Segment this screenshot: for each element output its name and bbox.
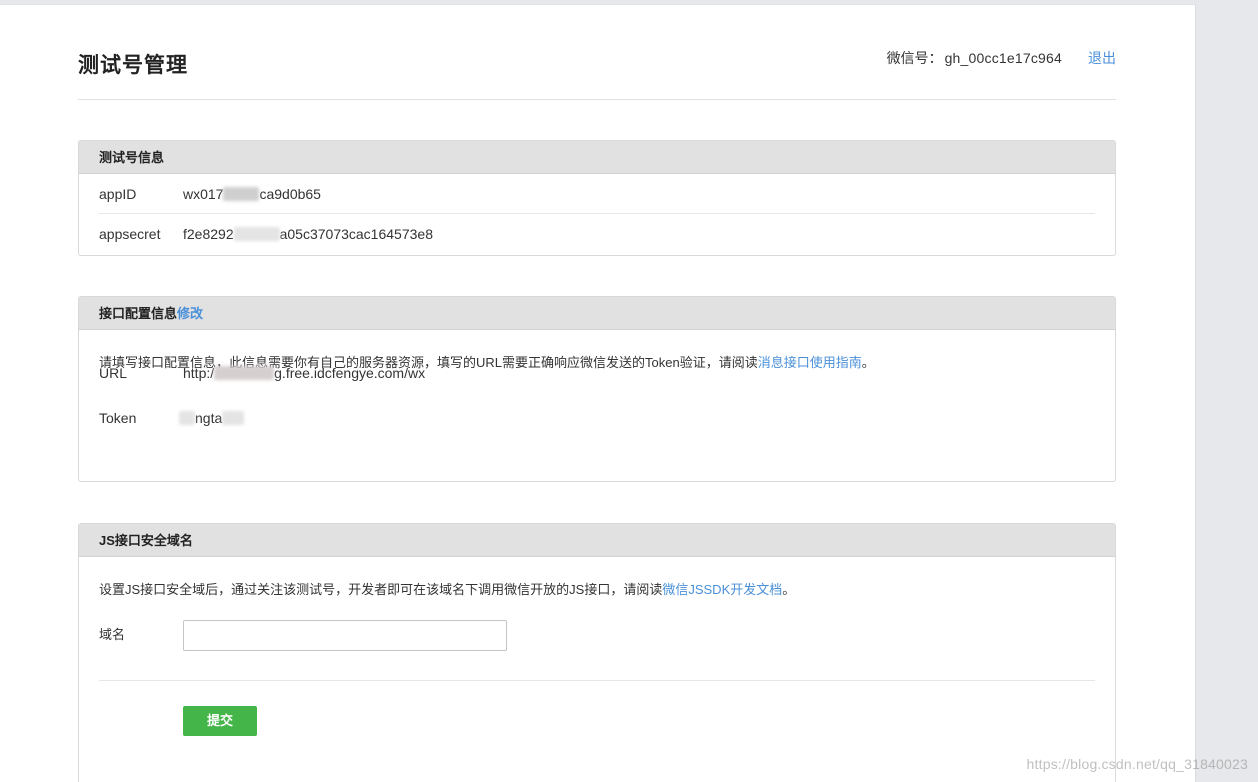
interface-config-header: 接口配置信息修改 [79, 297, 1115, 330]
appid-value: wx017 ca9d0b65 [183, 186, 321, 202]
redacted-block [233, 227, 280, 241]
form-divider [99, 680, 1095, 681]
redacted-block [223, 187, 260, 201]
js-domain-desc: 设置JS接口安全域后，通过关注该测试号，开发者即可在该域名下调用微信开放的JS接… [99, 582, 796, 597]
appsecret-row: appsecret f2e8292 a05c37073cac164573e8 [99, 214, 1095, 254]
js-domain-panel: JS接口安全域名 设置JS接口安全域后，通过关注该测试号，开发者即可在该域名下调… [78, 523, 1116, 782]
logout-link[interactable]: 退出 [1088, 48, 1116, 68]
redacted-block [179, 411, 195, 425]
appsecret-label: appsecret [99, 226, 161, 242]
url-row: URL http:/g.free.idcfengye.com/wx [99, 353, 1095, 393]
appid-row: appID wx017 ca9d0b65 [99, 174, 1095, 214]
redacted-block [222, 411, 245, 425]
test-info-panel: 测试号信息 appID wx017 ca9d0b65 appsecret f2e8… [78, 140, 1116, 256]
interface-config-panel: 接口配置信息修改 请填写接口配置信息，此信息需要你有自己的服务器资源，填写的UR… [78, 296, 1116, 482]
domain-input[interactable] [183, 620, 507, 651]
appsecret-value: f2e8292 a05c37073cac164573e8 [183, 226, 433, 242]
account-value: gh_00cc1e17c964 [944, 50, 1062, 66]
submit-button[interactable]: 提交 [183, 706, 257, 736]
account-info: 微信号： gh_00cc1e17c964 退出 [887, 48, 1116, 68]
url-value: http:/g.free.idcfengye.com/wx [183, 365, 426, 381]
watermark: https://blog.csdn.net/qq_31840023 [1026, 756, 1248, 772]
domain-label: 域名 [99, 627, 126, 642]
jssdk-doc-link[interactable]: 微信JSSDK开发文档 [662, 582, 782, 597]
page-header: 测试号管理 微信号： gh_00cc1e17c964 退出 [78, 5, 1116, 100]
token-label: Token [99, 410, 137, 426]
js-domain-title: JS接口安全域名 [79, 524, 1115, 557]
redacted-block [214, 366, 275, 380]
edit-link[interactable]: 修改 [177, 306, 203, 321]
appid-label: appID [99, 186, 137, 202]
token-row: Token ngta [99, 398, 1095, 438]
account-label: 微信号： [886, 50, 943, 66]
page-title: 测试号管理 [78, 54, 188, 77]
test-info-title: 测试号信息 [79, 141, 1115, 174]
token-value: ngta [179, 398, 245, 438]
interface-config-title: 接口配置信息 [99, 306, 178, 321]
url-label: URL [99, 365, 128, 381]
main-page: 测试号管理 微信号： gh_00cc1e17c964 退出 测试号信息 appI… [0, 4, 1196, 782]
